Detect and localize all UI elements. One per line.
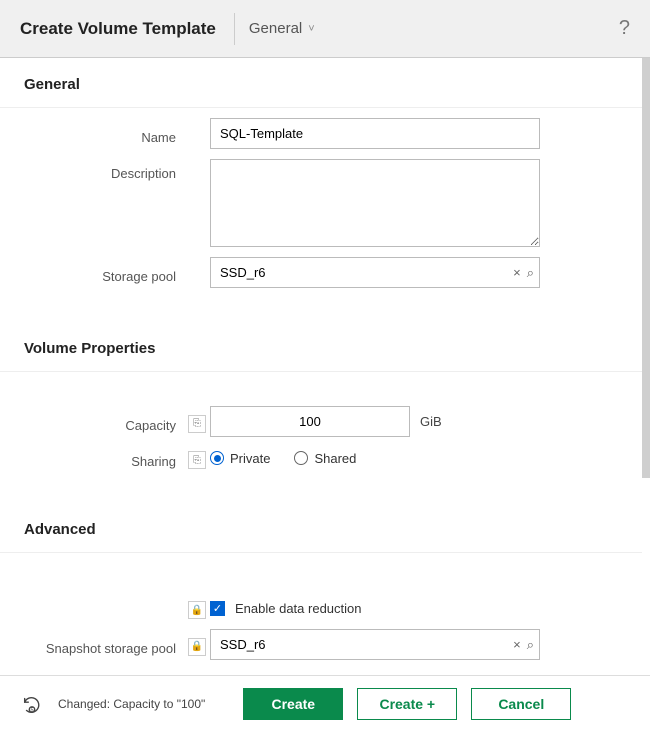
icon-spacer	[184, 159, 210, 163]
icon-spacer	[184, 132, 210, 136]
sharing-shared-option[interactable]: Shared	[294, 451, 356, 466]
section-dropdown-label: General	[249, 20, 302, 37]
data-reduction-label: Enable data reduction	[235, 601, 361, 616]
undo-icon[interactable]: 5	[20, 692, 44, 716]
data-reduction-checkbox[interactable]: ✓	[210, 601, 225, 616]
snapshot-pool-label: Snapshot storage pool	[24, 634, 184, 656]
scrollbar-thumb[interactable]	[642, 58, 650, 478]
link-icon[interactable]: ⎘	[188, 415, 206, 433]
storage-pool-input[interactable]	[210, 257, 540, 288]
create-plus-button[interactable]: Create +	[357, 688, 457, 720]
search-icon[interactable]: ⌕	[527, 265, 534, 281]
icon-spacer	[184, 271, 210, 275]
clear-icon[interactable]: ×	[513, 637, 521, 652]
section-dropdown[interactable]: General ˅	[249, 20, 315, 37]
footer-bar: 5 Changed: Capacity to "100" Create Crea…	[0, 675, 650, 731]
name-input[interactable]	[210, 118, 540, 149]
radio-unchecked-icon	[294, 451, 308, 465]
create-button[interactable]: Create	[243, 688, 343, 720]
storage-pool-lookup: × ⌕	[210, 257, 540, 288]
snapshot-pool-input[interactable]	[210, 629, 540, 660]
clear-icon[interactable]: ×	[513, 265, 521, 280]
link-icon[interactable]: ⎘	[188, 451, 206, 469]
chevron-down-icon: ˅	[308, 23, 314, 35]
section-heading-advanced: Advanced	[0, 503, 642, 552]
divider	[0, 107, 642, 108]
lock-icon[interactable]: 🔒	[188, 638, 206, 656]
header-bar: Create Volume Template General ˅ ?	[0, 0, 650, 58]
section-heading-general: General	[0, 58, 642, 107]
svg-text:5: 5	[30, 707, 33, 713]
storage-pool-label: Storage pool	[24, 262, 184, 284]
sharing-shared-label: Shared	[314, 451, 356, 466]
help-icon[interactable]: ?	[619, 17, 630, 40]
content-area: General Name Description Storage pool × …	[0, 58, 642, 675]
sharing-private-label: Private	[230, 451, 270, 466]
header-divider	[234, 13, 235, 45]
description-input[interactable]	[210, 159, 540, 247]
description-label: Description	[24, 159, 184, 181]
search-icon[interactable]: ⌕	[527, 637, 534, 653]
name-label: Name	[24, 123, 184, 145]
capacity-unit: GiB	[420, 414, 442, 429]
capacity-label: Capacity	[24, 411, 184, 433]
cancel-button[interactable]: Cancel	[471, 688, 571, 720]
sharing-label: Sharing	[24, 447, 184, 469]
sharing-private-option[interactable]: Private	[210, 451, 270, 466]
radio-checked-icon	[210, 451, 224, 465]
snapshot-pool-lookup: × ⌕	[210, 629, 540, 660]
sharing-radio-group: Private Shared	[210, 451, 356, 466]
changed-status-text: Changed: Capacity to "100"	[58, 697, 205, 711]
capacity-input[interactable]	[210, 406, 410, 437]
lock-icon[interactable]: 🔒	[188, 601, 206, 619]
label-spacer	[24, 605, 184, 612]
section-heading-volume-properties: Volume Properties	[0, 322, 642, 371]
page-title: Create Volume Template	[20, 19, 234, 39]
